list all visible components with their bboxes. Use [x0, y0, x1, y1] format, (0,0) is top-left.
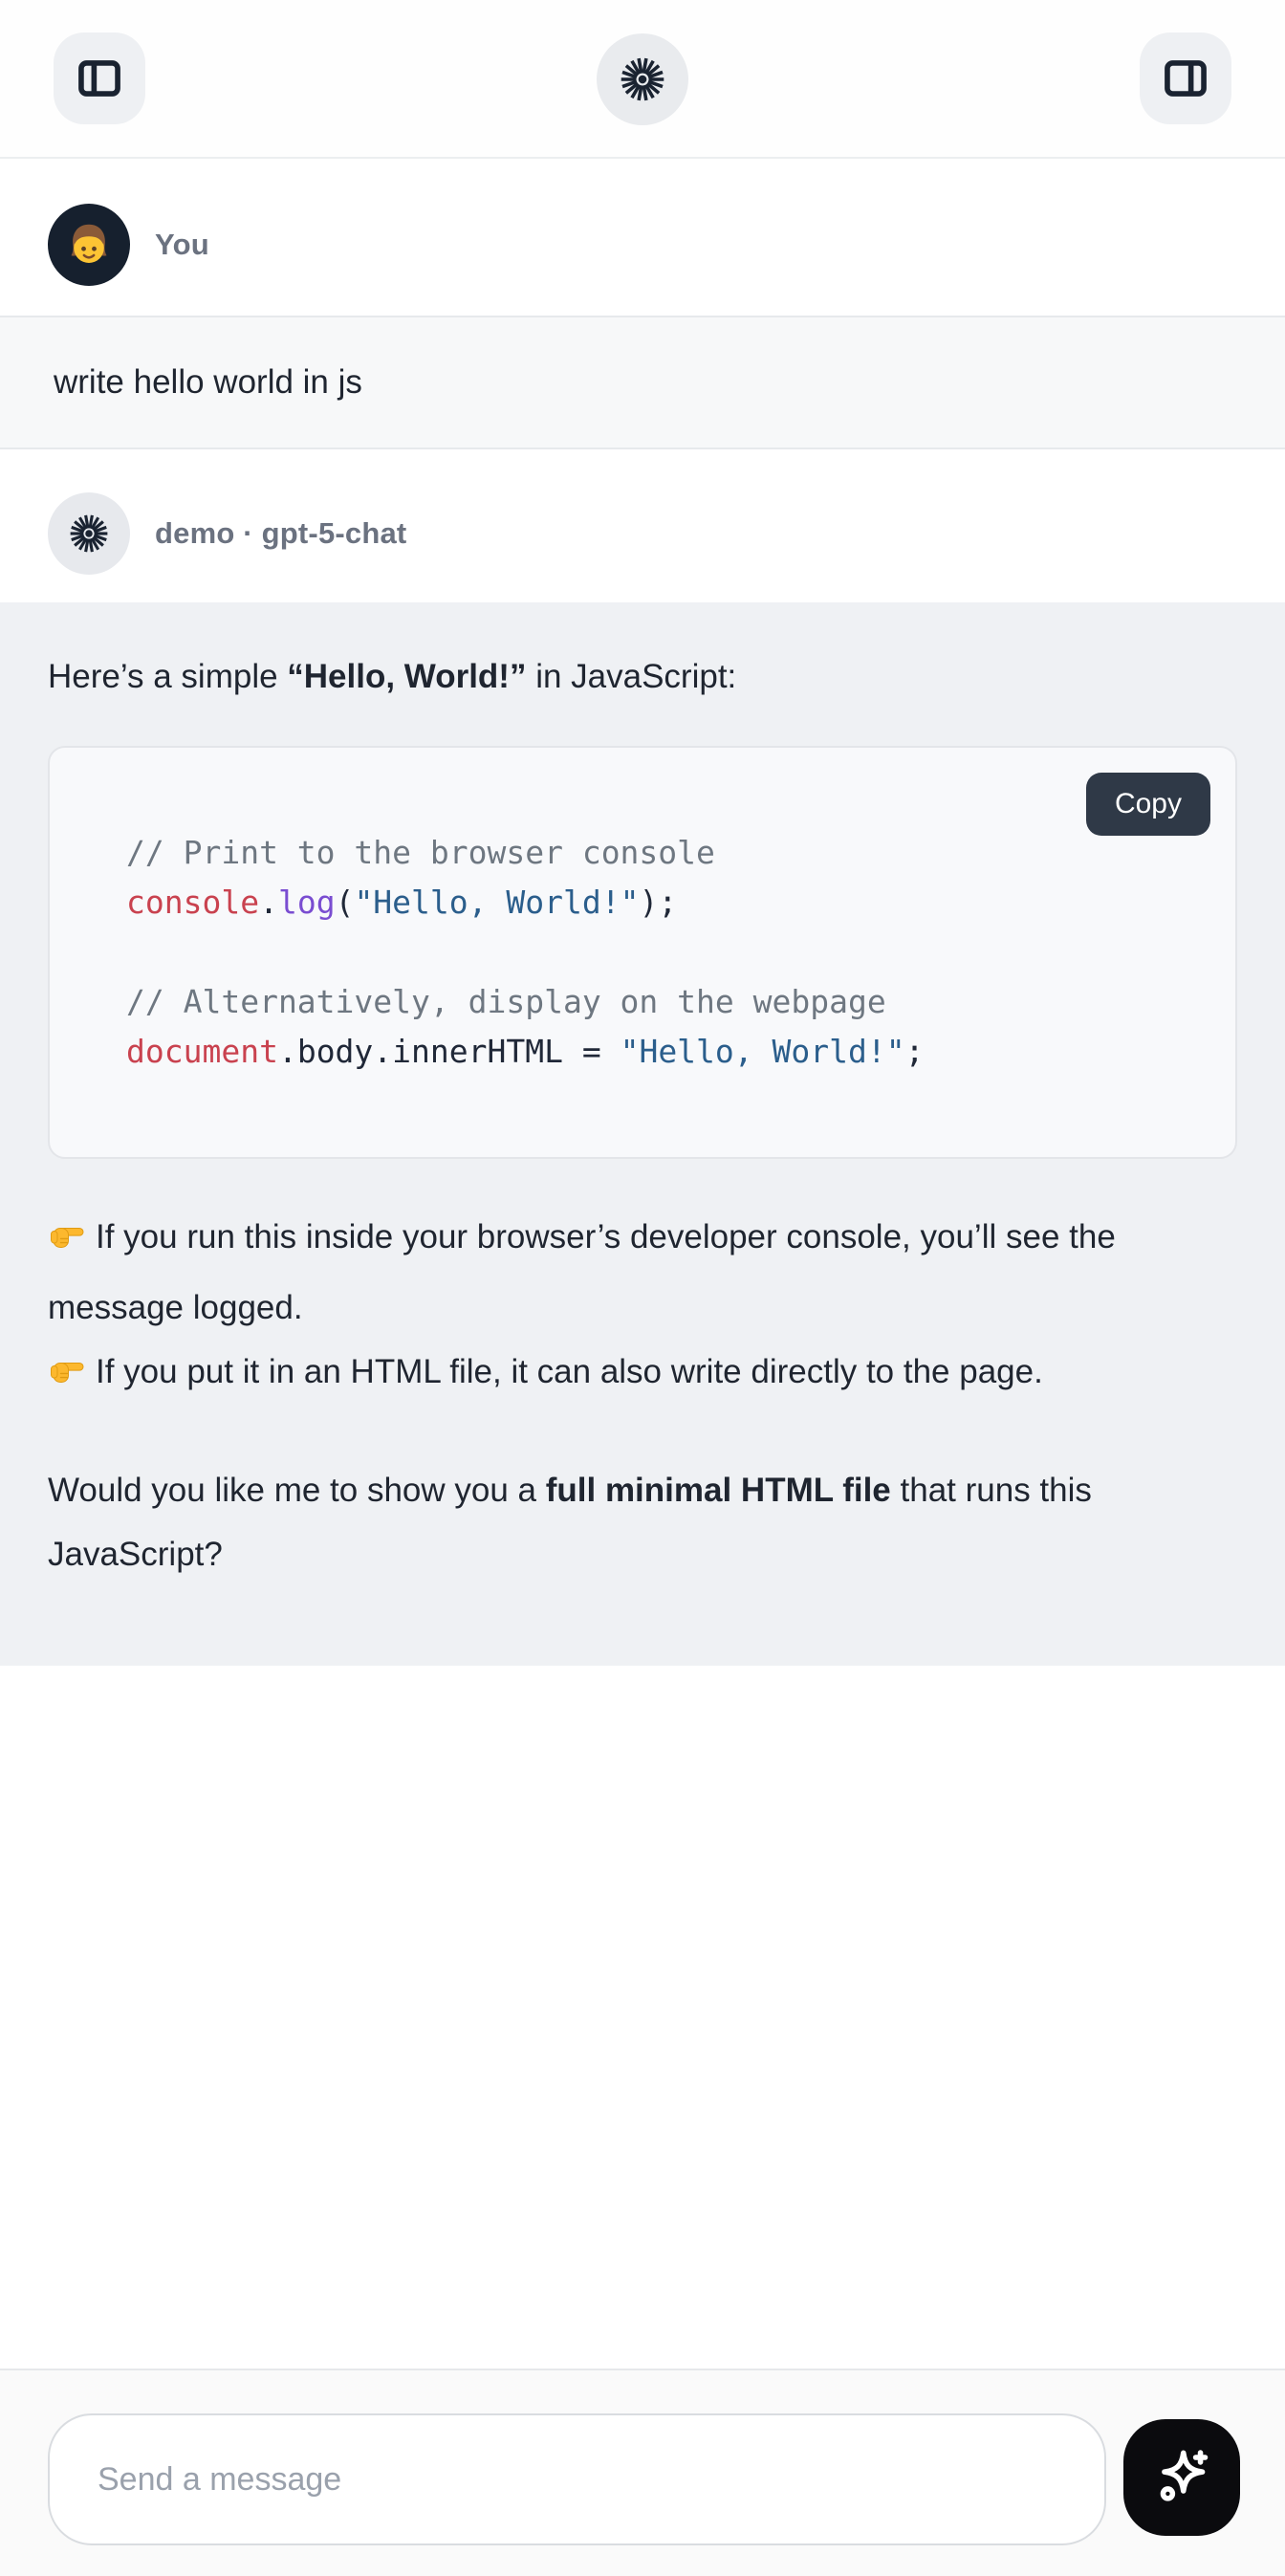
send-button[interactable] — [1123, 2419, 1240, 2536]
user-avatar — [48, 204, 130, 286]
model-button[interactable] — [597, 33, 688, 125]
assistant-paragraph: If you run this inside your browser’s de… — [48, 1205, 1237, 1340]
assistant-sender-name: demo · gpt-5-chat — [155, 516, 406, 551]
sidebar-toggle-button[interactable] — [54, 33, 145, 124]
sparkle-icon — [1148, 2444, 1215, 2511]
chat-app: You write hello world in js — [0, 0, 1285, 2576]
point-right-emoji — [48, 1346, 86, 1410]
starburst-icon — [70, 514, 108, 553]
assistant-paragraph: If you put it in an HTML file, it can al… — [48, 1340, 1237, 1410]
composer-bar — [0, 2369, 1285, 2576]
person-emoji-icon — [61, 217, 117, 273]
code-line: console.log("Hello, World!"); — [126, 878, 1207, 928]
top-bar — [0, 0, 1285, 159]
assistant-intro: Here’s a simple “Hello, World!” in JavaS… — [48, 646, 1237, 708]
panel-left-icon — [75, 54, 124, 103]
user-sender-name: You — [155, 228, 209, 262]
copy-button[interactable]: Copy — [1086, 773, 1210, 836]
user-sender-row: You — [48, 204, 209, 286]
code-line-blank — [126, 928, 1207, 977]
code-block: Copy // Print to the browser console con… — [48, 746, 1237, 1159]
starburst-icon — [621, 57, 664, 101]
user-message-text: write hello world in js — [54, 363, 362, 402]
assistant-avatar — [48, 492, 130, 575]
code-content: // Print to the browser console console.… — [50, 748, 1235, 1077]
code-line: // Alternatively, display on the webpage — [126, 977, 1207, 1027]
right-panel-toggle-button[interactable] — [1140, 33, 1231, 124]
user-message: write hello world in js — [0, 316, 1285, 449]
code-line: document.body.innerHTML = "Hello, World!… — [126, 1027, 1207, 1077]
point-right-emoji — [48, 1212, 86, 1276]
assistant-message: Here’s a simple “Hello, World!” in JavaS… — [0, 602, 1285, 1666]
code-line: // Print to the browser console — [126, 828, 1207, 878]
assistant-paragraph: Would you like me to show you a full min… — [48, 1458, 1237, 1586]
message-input[interactable] — [48, 2413, 1106, 2545]
assistant-paragraphs: If you run this inside your browser’s de… — [48, 1205, 1237, 1586]
assistant-sender-row: demo · gpt-5-chat — [48, 492, 406, 575]
panel-right-icon — [1161, 54, 1210, 103]
